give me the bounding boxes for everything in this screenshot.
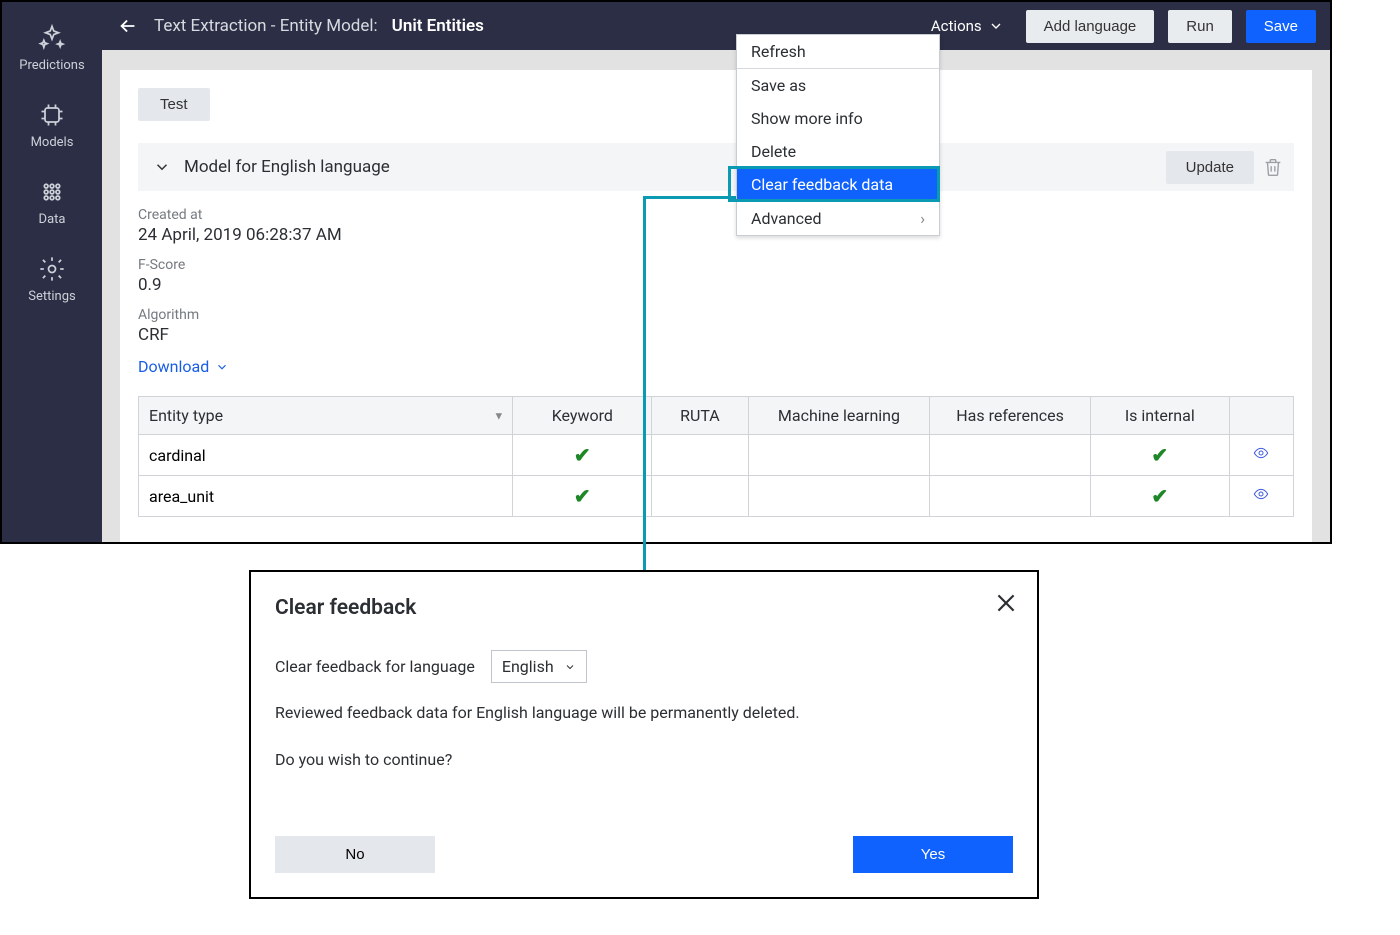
grid-icon — [38, 178, 66, 206]
language-value: English — [502, 657, 554, 676]
chevron-down-icon — [153, 158, 171, 176]
save-button[interactable]: Save — [1246, 10, 1316, 43]
sort-icon: ▼ — [493, 409, 504, 422]
cell-ruta — [652, 435, 748, 476]
table-row: area_unit ✔ ✔ — [139, 476, 1294, 517]
chevron-down-icon — [988, 18, 1004, 34]
sidebar-item-label: Models — [31, 135, 74, 150]
actions-label: Actions — [931, 17, 982, 35]
cell-ruta — [652, 476, 748, 517]
created-at-value: 24 April, 2019 06:28:37 AM — [138, 225, 1294, 245]
col-ml[interactable]: Machine learning — [748, 397, 930, 435]
chevron-right-icon: › — [920, 209, 925, 228]
sidebar-item-label: Settings — [28, 289, 75, 304]
chevron-down-icon — [215, 360, 229, 374]
menu-advanced-label: Advanced — [751, 209, 822, 228]
back-button[interactable] — [116, 14, 140, 38]
download-label: Download — [138, 357, 209, 376]
actions-menu: Refresh Save as Show more info Delete Cl… — [736, 34, 940, 236]
sidebar-item-label: Predictions — [19, 58, 84, 73]
algorithm-label: Algorithm — [138, 307, 1294, 323]
menu-refresh[interactable]: Refresh — [737, 35, 939, 68]
cell-view[interactable] — [1229, 476, 1293, 517]
cell-view[interactable] — [1229, 435, 1293, 476]
cell-ml — [748, 476, 930, 517]
language-select[interactable]: English — [491, 650, 587, 683]
gear-icon — [38, 255, 66, 283]
cell-keyword: ✔ — [513, 435, 652, 476]
sidebar-item-data[interactable]: Data — [2, 164, 102, 241]
dialog-lang-label: Clear feedback for language — [275, 657, 475, 676]
clear-feedback-dialog: Clear feedback Clear feedback for langua… — [249, 570, 1039, 899]
close-icon — [993, 590, 1019, 616]
sidebar-item-settings[interactable]: Settings — [2, 241, 102, 318]
check-icon: ✔ — [1151, 443, 1168, 467]
check-icon: ✔ — [574, 484, 591, 508]
col-entity-type[interactable]: Entity type▼ — [139, 397, 513, 435]
breadcrumb: Text Extraction - Entity Model: — [154, 16, 378, 36]
dialog-close-button[interactable] — [993, 590, 1019, 616]
cell-entity-type: cardinal — [139, 435, 513, 476]
eye-icon — [1250, 486, 1272, 502]
sidebar-item-label: Data — [39, 212, 66, 227]
col-internal[interactable]: Is internal — [1090, 397, 1229, 435]
col-hasrefs[interactable]: Has references — [930, 397, 1090, 435]
check-icon: ✔ — [574, 443, 591, 467]
chip-icon — [38, 101, 66, 129]
created-at-label: Created at — [138, 207, 1294, 223]
eye-icon — [1250, 445, 1272, 461]
check-icon: ✔ — [1151, 484, 1168, 508]
model-section-title: Model for English language — [184, 157, 390, 177]
cell-keyword: ✔ — [513, 476, 652, 517]
collapse-toggle[interactable] — [148, 153, 176, 181]
cell-hasrefs — [930, 435, 1090, 476]
algorithm-value: CRF — [138, 325, 1294, 345]
menu-delete[interactable]: Delete — [737, 135, 939, 168]
col-ruta[interactable]: RUTA — [652, 397, 748, 435]
fscore-label: F-Score — [138, 257, 1294, 273]
content: Test Model for English language Update C… — [102, 50, 1330, 542]
menu-save-as[interactable]: Save as — [737, 69, 939, 102]
cell-hasrefs — [930, 476, 1090, 517]
add-language-button[interactable]: Add language — [1026, 10, 1155, 43]
dialog-confirm: Do you wish to continue? — [275, 750, 1013, 769]
cell-internal: ✔ — [1090, 435, 1229, 476]
entity-table: Entity type▼ Keyword RUTA Machine learni… — [138, 396, 1294, 517]
menu-show-more[interactable]: Show more info — [737, 102, 939, 135]
run-button[interactable]: Run — [1168, 10, 1232, 43]
cell-internal: ✔ — [1090, 476, 1229, 517]
arrow-left-icon — [117, 15, 139, 37]
main-panel: Test Model for English language Update C… — [120, 70, 1312, 542]
sidebar: Predictions Models Data Settings — [2, 2, 102, 542]
col-actions — [1229, 397, 1293, 435]
dialog-title: Clear feedback — [275, 596, 1013, 620]
sidebar-item-predictions[interactable]: Predictions — [2, 10, 102, 87]
table-row: cardinal ✔ ✔ — [139, 435, 1294, 476]
dialog-yes-button[interactable]: Yes — [853, 836, 1013, 873]
download-link[interactable]: Download — [138, 357, 229, 376]
col-keyword[interactable]: Keyword — [513, 397, 652, 435]
menu-clear-feedback[interactable]: Clear feedback data — [737, 168, 939, 201]
cell-ml — [748, 435, 930, 476]
test-button[interactable]: Test — [138, 88, 210, 121]
update-button[interactable]: Update — [1166, 151, 1254, 184]
dialog-warning: Reviewed feedback data for English langu… — [275, 703, 1013, 722]
fscore-value: 0.9 — [138, 275, 1294, 295]
topbar: Text Extraction - Entity Model: Unit Ent… — [102, 2, 1330, 50]
menu-advanced[interactable]: Advanced › — [737, 202, 939, 235]
page-title: Unit Entities — [392, 16, 484, 36]
dialog-no-button[interactable]: No — [275, 836, 435, 873]
chevron-down-icon — [564, 661, 576, 673]
model-metadata: Created at 24 April, 2019 06:28:37 AM F-… — [138, 191, 1294, 396]
sidebar-item-models[interactable]: Models — [2, 87, 102, 164]
delete-model-button[interactable] — [1262, 156, 1284, 178]
sparkle-icon — [38, 24, 66, 52]
cell-entity-type: area_unit — [139, 476, 513, 517]
trash-icon — [1262, 156, 1284, 178]
model-section-header: Model for English language Update — [138, 143, 1294, 191]
